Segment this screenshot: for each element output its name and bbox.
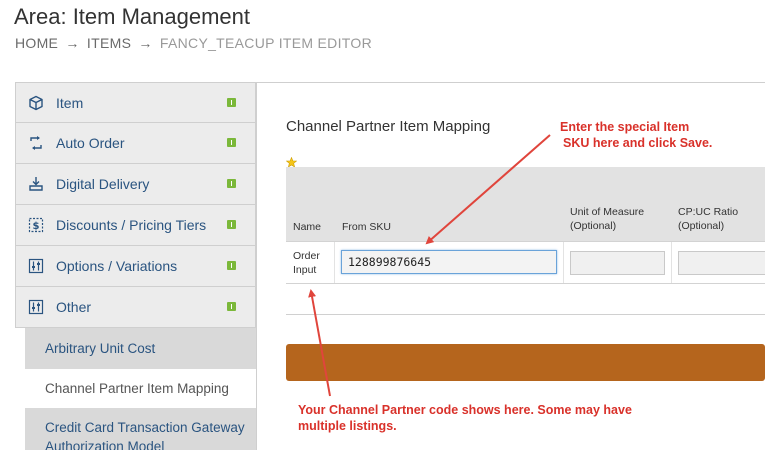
annotation-arrows	[308, 134, 551, 397]
arrow-to-row-name	[308, 289, 331, 397]
arrow-to-sku-input	[425, 134, 551, 245]
